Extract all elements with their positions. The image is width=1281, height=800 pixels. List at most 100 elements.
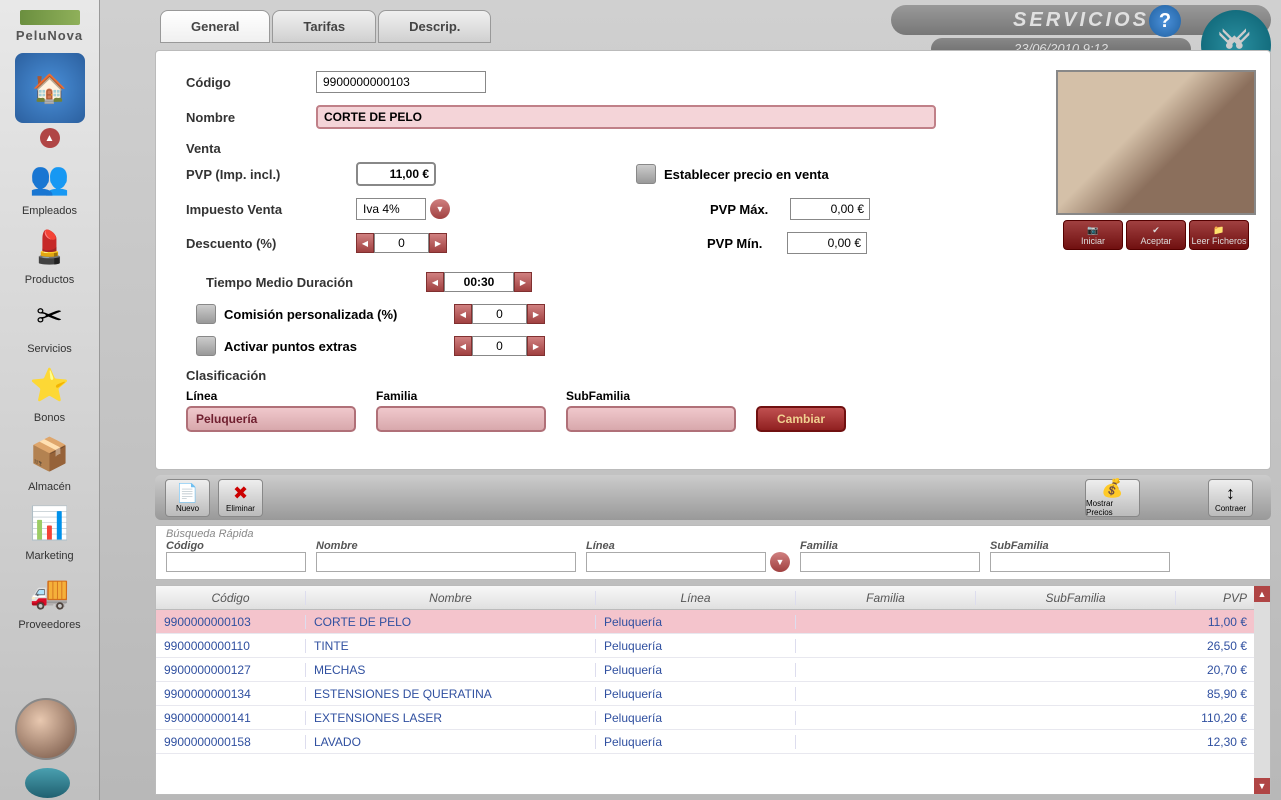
quick-search-panel: Búsqueda Rápida Código Nombre Línea▼ Fam… xyxy=(155,525,1271,580)
bottom-decoration xyxy=(25,768,70,798)
table-row[interactable]: 9900000000110TINTEPeluquería26,50 € xyxy=(156,634,1270,658)
spin-down-icon[interactable]: ◀ xyxy=(426,272,444,292)
sidebar-item-servicios[interactable]: ✂ Servicios xyxy=(10,291,90,355)
search-linea-dropdown[interactable]: ▼ xyxy=(770,552,790,572)
user-avatar[interactable] xyxy=(15,698,77,760)
spin-up-icon[interactable]: ▶ xyxy=(514,272,532,292)
descuento-spinner[interactable]: ◀ ▶ xyxy=(356,233,447,253)
sidebar-icon: 📊 xyxy=(25,498,75,548)
tab-descrip[interactable]: Descrip. xyxy=(378,10,491,43)
cambiar-button[interactable]: Cambiar xyxy=(756,406,846,432)
descuento-input[interactable] xyxy=(374,233,429,253)
pvpmin-input[interactable] xyxy=(787,232,867,254)
pvpmax-label: PVP Máx. xyxy=(710,202,790,217)
comision-checkbox[interactable] xyxy=(196,304,216,324)
nuevo-button[interactable]: 📄Nuevo xyxy=(165,479,210,517)
sidebar-item-proveedores[interactable]: 🚚Proveedores xyxy=(10,567,90,631)
table-row[interactable]: 9900000000103CORTE DE PELOPeluquería11,0… xyxy=(156,610,1270,634)
search-codigo-input[interactable] xyxy=(166,552,306,572)
spin-up-icon[interactable]: ▶ xyxy=(527,304,545,324)
contraer-button[interactable]: ↕Contraer xyxy=(1208,479,1253,517)
comision-spinner[interactable]: ◀ ▶ xyxy=(454,304,545,324)
photo-panel: 📷Iniciar ✔Aceptar 📁Leer Ficheros xyxy=(1056,70,1256,250)
aceptar-button[interactable]: ✔Aceptar xyxy=(1126,220,1186,250)
table-row[interactable]: 9900000000141EXTENSIONES LASERPeluquería… xyxy=(156,706,1270,730)
tiempo-input[interactable] xyxy=(444,272,514,292)
spin-up-icon[interactable]: ▶ xyxy=(527,336,545,356)
nombre-input[interactable] xyxy=(316,105,936,129)
action-toolbar: 📄Nuevo ✖Eliminar 💰Mostrar Precios ↕Contr… xyxy=(155,475,1271,520)
spin-down-icon[interactable]: ◀ xyxy=(454,336,472,356)
spin-up-icon[interactable]: ▶ xyxy=(429,233,447,253)
tiempo-spinner[interactable]: ◀ ▶ xyxy=(426,272,532,292)
table-scrollbar[interactable]: ▲ ▼ xyxy=(1254,586,1270,794)
leer-button[interactable]: 📁Leer Ficheros xyxy=(1189,220,1249,250)
sidebar-item-almacén[interactable]: 📦Almacén xyxy=(10,429,90,493)
new-icon: 📄 xyxy=(176,483,198,504)
impuesto-dropdown[interactable]: ▼ xyxy=(430,199,450,219)
puntos-label: Activar puntos extras xyxy=(224,339,454,354)
tab-general[interactable]: General xyxy=(160,10,270,43)
search-codigo-label: Código xyxy=(166,540,306,552)
impuesto-label: Impuesto Venta xyxy=(186,202,356,217)
tiempo-label: Tiempo Medio Duración xyxy=(206,275,426,290)
sidebar: PeluNova 🏠 ▲ 👥 Empleados 💄Productos✂ Servic… xyxy=(0,0,100,800)
sidebar-item-label: Proveedores xyxy=(10,619,90,631)
home-button[interactable]: 🏠 xyxy=(10,53,90,123)
sidebar-item-marketing[interactable]: 📊Marketing xyxy=(10,498,90,562)
search-subfam-input[interactable] xyxy=(990,552,1170,572)
search-subfam-label: SubFamilia xyxy=(990,540,1170,552)
iniciar-button[interactable]: 📷Iniciar xyxy=(1063,220,1123,250)
sidebar-item-productos[interactable]: 💄Productos xyxy=(10,222,90,286)
pvpmax-input[interactable] xyxy=(790,198,870,220)
spin-down-icon[interactable]: ◀ xyxy=(454,304,472,324)
sidebar-item-bonos[interactable]: ⭐ Bonos xyxy=(10,360,90,424)
search-nombre-input[interactable] xyxy=(316,552,576,572)
sidebar-item-label: Empleados xyxy=(10,205,90,217)
establecer-label: Establecer precio en venta xyxy=(664,167,829,182)
nombre-label: Nombre xyxy=(186,110,316,125)
linea-label: Línea xyxy=(186,389,356,403)
impuesto-input[interactable] xyxy=(356,198,426,220)
puntos-spinner[interactable]: ◀ ▶ xyxy=(454,336,545,356)
comision-input[interactable] xyxy=(472,304,527,324)
help-button[interactable]: ? xyxy=(1149,5,1181,37)
familia-input[interactable] xyxy=(376,406,546,432)
scroll-down-icon[interactable]: ▼ xyxy=(1254,778,1270,794)
eliminar-button[interactable]: ✖Eliminar xyxy=(218,479,263,517)
sidebar-scroll-up[interactable]: ▲ xyxy=(40,128,60,148)
search-familia-label: Familia xyxy=(800,540,980,552)
sidebar-icon: 📦 xyxy=(25,429,75,479)
sidebar-item-label: Servicios xyxy=(10,343,90,355)
puntos-input[interactable] xyxy=(472,336,527,356)
familia-label: Familia xyxy=(376,389,546,403)
app-logo: PeluNova xyxy=(5,5,95,48)
search-linea-label: Línea xyxy=(586,540,790,552)
search-familia-input[interactable] xyxy=(800,552,980,572)
codigo-input[interactable] xyxy=(316,71,486,93)
table-row[interactable]: 9900000000158LAVADOPeluquería12,30 € xyxy=(156,730,1270,754)
home-icon: 🏠 xyxy=(15,53,85,123)
delete-icon: ✖ xyxy=(233,483,248,504)
search-linea-input[interactable] xyxy=(586,552,766,572)
sidebar-item-empleados[interactable]: 👥 Empleados xyxy=(10,153,90,217)
linea-input[interactable] xyxy=(186,406,356,432)
tab-bar: General Tarifas Descrip. xyxy=(160,10,493,43)
tab-tarifas[interactable]: Tarifas xyxy=(272,10,376,43)
table-row[interactable]: 9900000000127MECHASPeluquería20,70 € xyxy=(156,658,1270,682)
spin-down-icon[interactable]: ◀ xyxy=(356,233,374,253)
sidebar-icon: 👥 xyxy=(25,153,75,203)
scroll-up-icon[interactable]: ▲ xyxy=(1254,586,1270,602)
search-title: Búsqueda Rápida xyxy=(166,528,1260,540)
subfamilia-input[interactable] xyxy=(566,406,736,432)
table-row[interactable]: 9900000000134ESTENSIONES DE QUERATINAPel… xyxy=(156,682,1270,706)
sidebar-icon: ✂ xyxy=(25,291,75,341)
establecer-checkbox[interactable] xyxy=(636,164,656,184)
sidebar-icon: ⭐ xyxy=(25,360,75,410)
mostrar-precios-button[interactable]: 💰Mostrar Precios xyxy=(1085,479,1140,517)
puntos-checkbox[interactable] xyxy=(196,336,216,356)
sidebar-item-label: Bonos xyxy=(10,412,90,424)
pvp-input[interactable] xyxy=(356,162,436,186)
results-table: Código Nombre Línea Familia SubFamilia P… xyxy=(155,585,1271,795)
service-photo xyxy=(1056,70,1256,215)
